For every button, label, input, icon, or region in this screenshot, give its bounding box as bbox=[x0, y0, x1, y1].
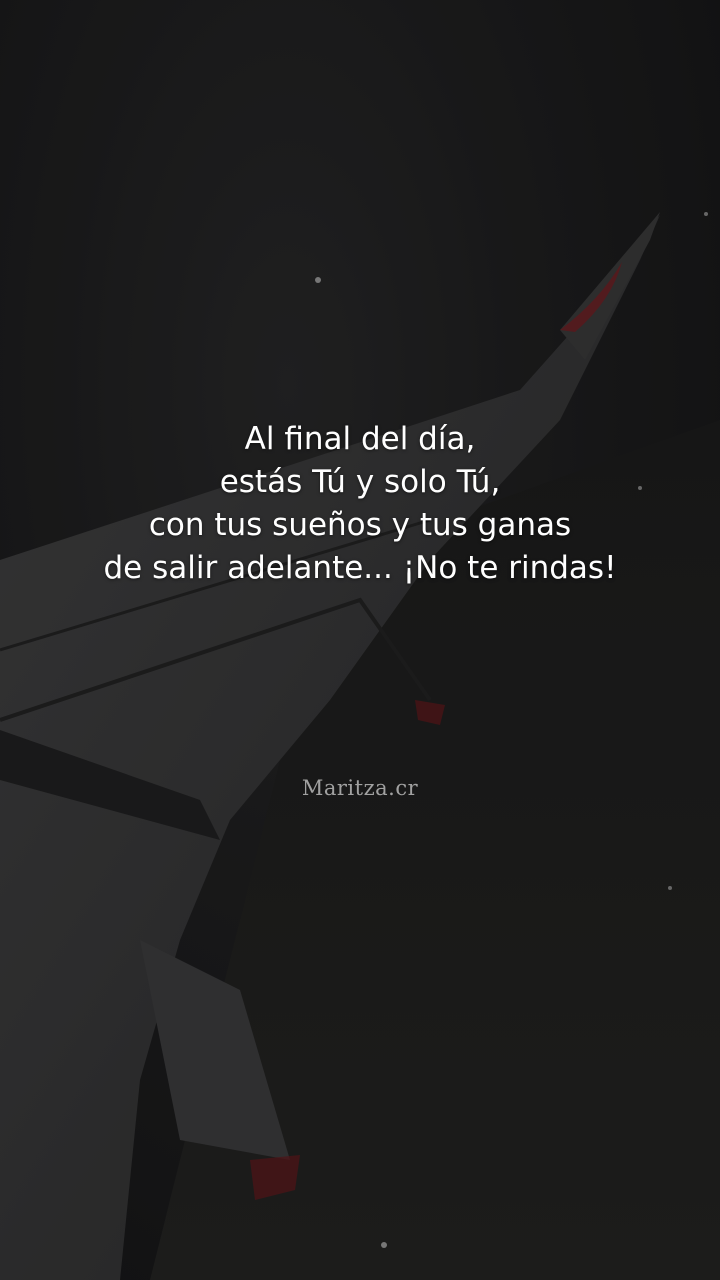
quote-line: de salir adelante... ¡No te rindas! bbox=[103, 550, 617, 586]
quote-line: Al final del día, bbox=[244, 421, 476, 457]
watermark: Maritza.cr bbox=[301, 776, 419, 800]
airplane-wing-photo bbox=[0, 0, 720, 1280]
quote-line: estás Tú y solo Tú, bbox=[219, 464, 501, 500]
quote-line: con tus sueños y tus ganas bbox=[148, 507, 572, 543]
quote-text: Al final del día, estás Tú y solo Tú, co… bbox=[0, 418, 720, 590]
photo-frame: Al final del día, estás Tú y solo Tú, co… bbox=[0, 0, 720, 1280]
